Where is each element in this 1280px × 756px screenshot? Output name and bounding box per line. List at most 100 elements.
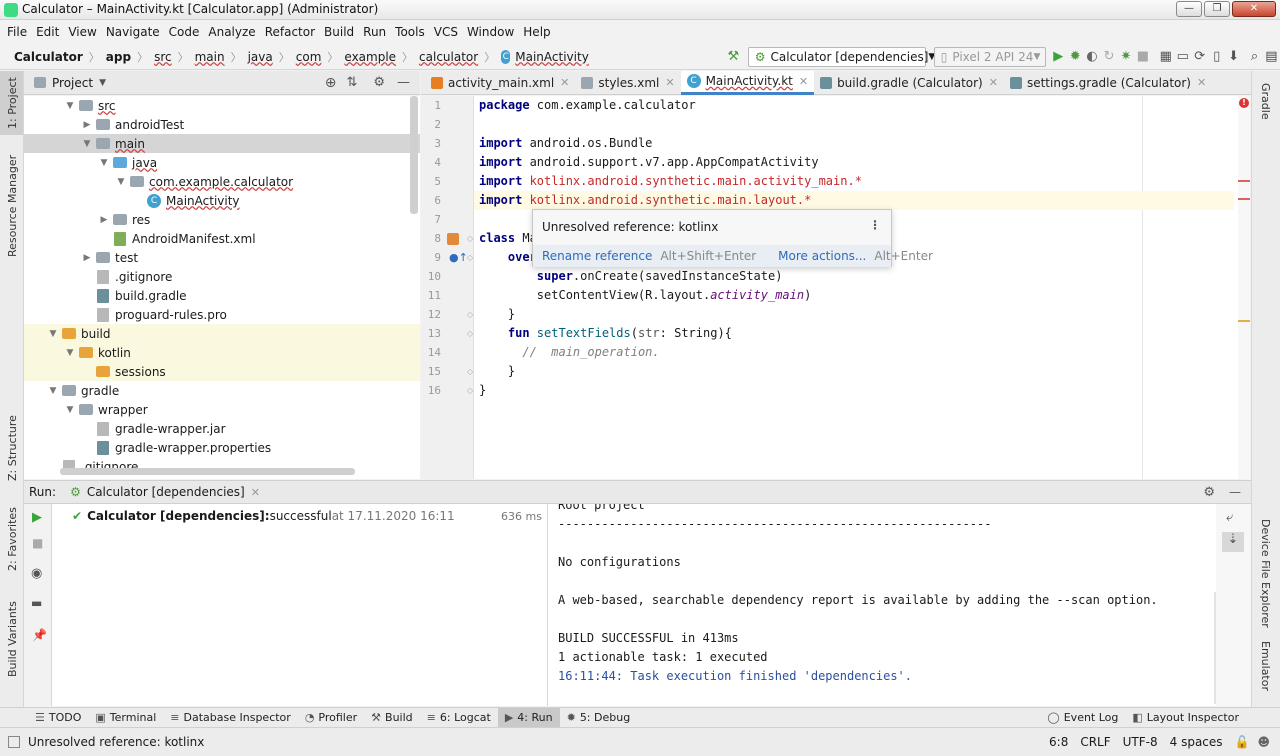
search-icon[interactable]: ⌕: [1248, 47, 1261, 67]
tree-node[interactable]: ▼ wrapper: [24, 400, 420, 419]
expanded-arrow-icon[interactable]: ▼: [64, 348, 76, 358]
close-tab-icon[interactable]: ✕: [799, 75, 808, 88]
breadcrumb-module[interactable]: app: [106, 50, 131, 64]
hide-panel-icon[interactable]: —: [397, 75, 410, 90]
tree-node[interactable]: ▼ build: [24, 324, 420, 343]
breadcrumb-com[interactable]: com: [296, 50, 322, 64]
run-configuration-select[interactable]: ⚙ Calculator [dependencies] ▼: [747, 46, 935, 67]
error-marker[interactable]: [1238, 198, 1250, 200]
project-structure-icon[interactable]: ▦: [1159, 47, 1172, 67]
project-scrollbar[interactable]: [410, 96, 418, 214]
tree-node[interactable]: ▶ res: [24, 210, 420, 229]
settings-gear-icon[interactable]: ⚙: [1203, 485, 1215, 500]
tree-node[interactable]: sessions: [24, 362, 420, 381]
tree-node[interactable]: ▶ androidTest: [24, 115, 420, 134]
tool-tab-build-variants[interactable]: Build Variants: [6, 601, 19, 677]
bottom-tab-build[interactable]: ⚒ Build: [364, 708, 420, 728]
profile-icon[interactable]: ◐: [1086, 47, 1099, 67]
tool-tab-structure[interactable]: Z: Structure: [6, 415, 19, 481]
tree-node[interactable]: ▼ gradle: [24, 381, 420, 400]
bottom-tab-4-run[interactable]: ▶ 4: Run: [497, 707, 560, 728]
expanded-arrow-icon[interactable]: ▼: [64, 101, 76, 111]
breadcrumb-mainactivity[interactable]: MainActivity: [515, 50, 589, 64]
breadcrumb-calculator[interactable]: calculator: [419, 50, 478, 64]
rename-reference-link[interactable]: Rename reference: [542, 249, 652, 263]
tree-node[interactable]: proguard-rules.pro: [24, 305, 420, 324]
tree-node[interactable]: gradle-wrapper.properties: [24, 438, 420, 457]
caret-position[interactable]: 6:8: [1049, 735, 1068, 749]
activity-class-icon[interactable]: [447, 233, 459, 245]
rerun-icon[interactable]: ▶: [32, 510, 42, 525]
run-tab-label[interactable]: Calculator [dependencies]: [87, 485, 245, 499]
fold-icon[interactable]: ◇: [467, 310, 473, 319]
menu-refactor[interactable]: Refactor: [265, 25, 315, 39]
line-separator[interactable]: CRLF: [1080, 735, 1110, 749]
collapsed-arrow-icon[interactable]: ▶: [98, 215, 110, 225]
expanded-arrow-icon[interactable]: ▼: [115, 177, 127, 187]
code-editor[interactable]: package com.example.calculator import an…: [474, 96, 1250, 479]
run-icon[interactable]: ▶: [1052, 47, 1065, 67]
expanded-arrow-icon[interactable]: ▼: [64, 405, 76, 415]
tab-build-gradle[interactable]: build.gradle (Calculator) ✕: [814, 71, 1004, 95]
layout-icon[interactable]: ▬: [31, 596, 42, 610]
menu-run[interactable]: Run: [363, 25, 386, 39]
breadcrumb-example[interactable]: example: [344, 50, 396, 64]
menu-file[interactable]: File: [7, 25, 27, 39]
bottom-tab-profiler[interactable]: ◔ Profiler: [298, 708, 364, 728]
close-tab-icon[interactable]: ✕: [1197, 76, 1206, 89]
menu-code[interactable]: Code: [169, 25, 200, 39]
menu-edit[interactable]: Edit: [36, 25, 59, 39]
fold-icon[interactable]: ◇: [467, 329, 473, 338]
tab-mainactivity-kt[interactable]: C MainActivity.kt ✕: [680, 70, 815, 95]
tree-node[interactable]: ▼ kotlin: [24, 343, 420, 362]
tab-settings-gradle[interactable]: settings.gradle (Calculator) ✕: [1004, 71, 1212, 95]
tree-node[interactable]: ▼ src: [24, 96, 420, 115]
tab-activity-main-xml[interactable]: activity_main.xml ✕: [425, 71, 575, 95]
bottom-tab-6-logcat[interactable]: ≡ 6: Logcat: [420, 708, 498, 728]
stop-icon[interactable]: ■: [32, 536, 43, 550]
expanded-arrow-icon[interactable]: ▼: [81, 139, 93, 149]
minimize-button[interactable]: —: [1176, 1, 1202, 17]
more-actions-link[interactable]: More actions...: [778, 249, 866, 263]
tree-node[interactable]: .gitignore: [24, 267, 420, 286]
soft-wrap-icon[interactable]: ⤶: [1226, 510, 1233, 525]
tree-node[interactable]: C MainActivity: [24, 191, 420, 210]
close-tab-icon[interactable]: ✕: [989, 76, 998, 89]
bottom-tab-database-inspector[interactable]: ≡ Database Inspector: [163, 708, 298, 728]
close-tab-icon[interactable]: ✕: [665, 76, 674, 89]
make-project-hammer-icon[interactable]: ⚒: [727, 47, 740, 67]
chevron-down-icon[interactable]: ▼: [99, 78, 106, 88]
tool-tab-device-file-explorer[interactable]: Device File Explorer: [1259, 519, 1272, 628]
bottom-tab-5-debug[interactable]: ✹ 5: Debug: [560, 708, 638, 728]
menu-tools[interactable]: Tools: [395, 25, 425, 39]
warning-marker[interactable]: [1238, 320, 1250, 322]
bottom-tab-todo[interactable]: ☰ TODO: [28, 708, 88, 728]
fold-icon[interactable]: ◇: [467, 253, 473, 262]
menu-analyze[interactable]: Analyze: [208, 25, 255, 39]
error-marker[interactable]: [1238, 180, 1250, 182]
tool-tab-gradle[interactable]: Gradle: [1259, 83, 1272, 120]
bottom-tab-layout-inspector[interactable]: ◧ Layout Inspector: [1125, 708, 1246, 728]
collapsed-arrow-icon[interactable]: ▶: [81, 120, 93, 130]
settings-gear-icon[interactable]: ⚙: [373, 75, 385, 90]
stop-icon[interactable]: ■: [1136, 47, 1149, 67]
breadcrumb-src[interactable]: src: [154, 50, 172, 64]
apply-changes-icon[interactable]: ↻: [1103, 47, 1116, 67]
tool-tab-project[interactable]: 1: Project: [6, 77, 19, 129]
toggle-tool-windows-icon[interactable]: [8, 736, 20, 748]
fold-icon[interactable]: ◇: [467, 234, 473, 243]
close-window-button[interactable]: ✕: [1232, 1, 1276, 17]
tool-tab-favorites[interactable]: 2: Favorites: [6, 507, 19, 571]
locate-file-icon[interactable]: ⊕: [325, 75, 337, 91]
maximize-button[interactable]: ❐: [1204, 1, 1230, 17]
tool-tab-emulator[interactable]: Emulator: [1259, 641, 1272, 691]
attach-debugger-icon[interactable]: ✷: [1119, 47, 1132, 67]
tree-node[interactable]: gradle-wrapper.jar: [24, 419, 420, 438]
menu-build[interactable]: Build: [324, 25, 354, 39]
debug-icon[interactable]: ✹: [1069, 47, 1082, 67]
expanded-arrow-icon[interactable]: ▼: [98, 158, 110, 168]
sync-gradle-icon[interactable]: ⟳: [1193, 47, 1206, 67]
tree-node[interactable]: ▶ test: [24, 248, 420, 267]
close-tab-icon[interactable]: ✕: [251, 486, 260, 499]
layout-icon[interactable]: ▤: [1265, 47, 1278, 67]
